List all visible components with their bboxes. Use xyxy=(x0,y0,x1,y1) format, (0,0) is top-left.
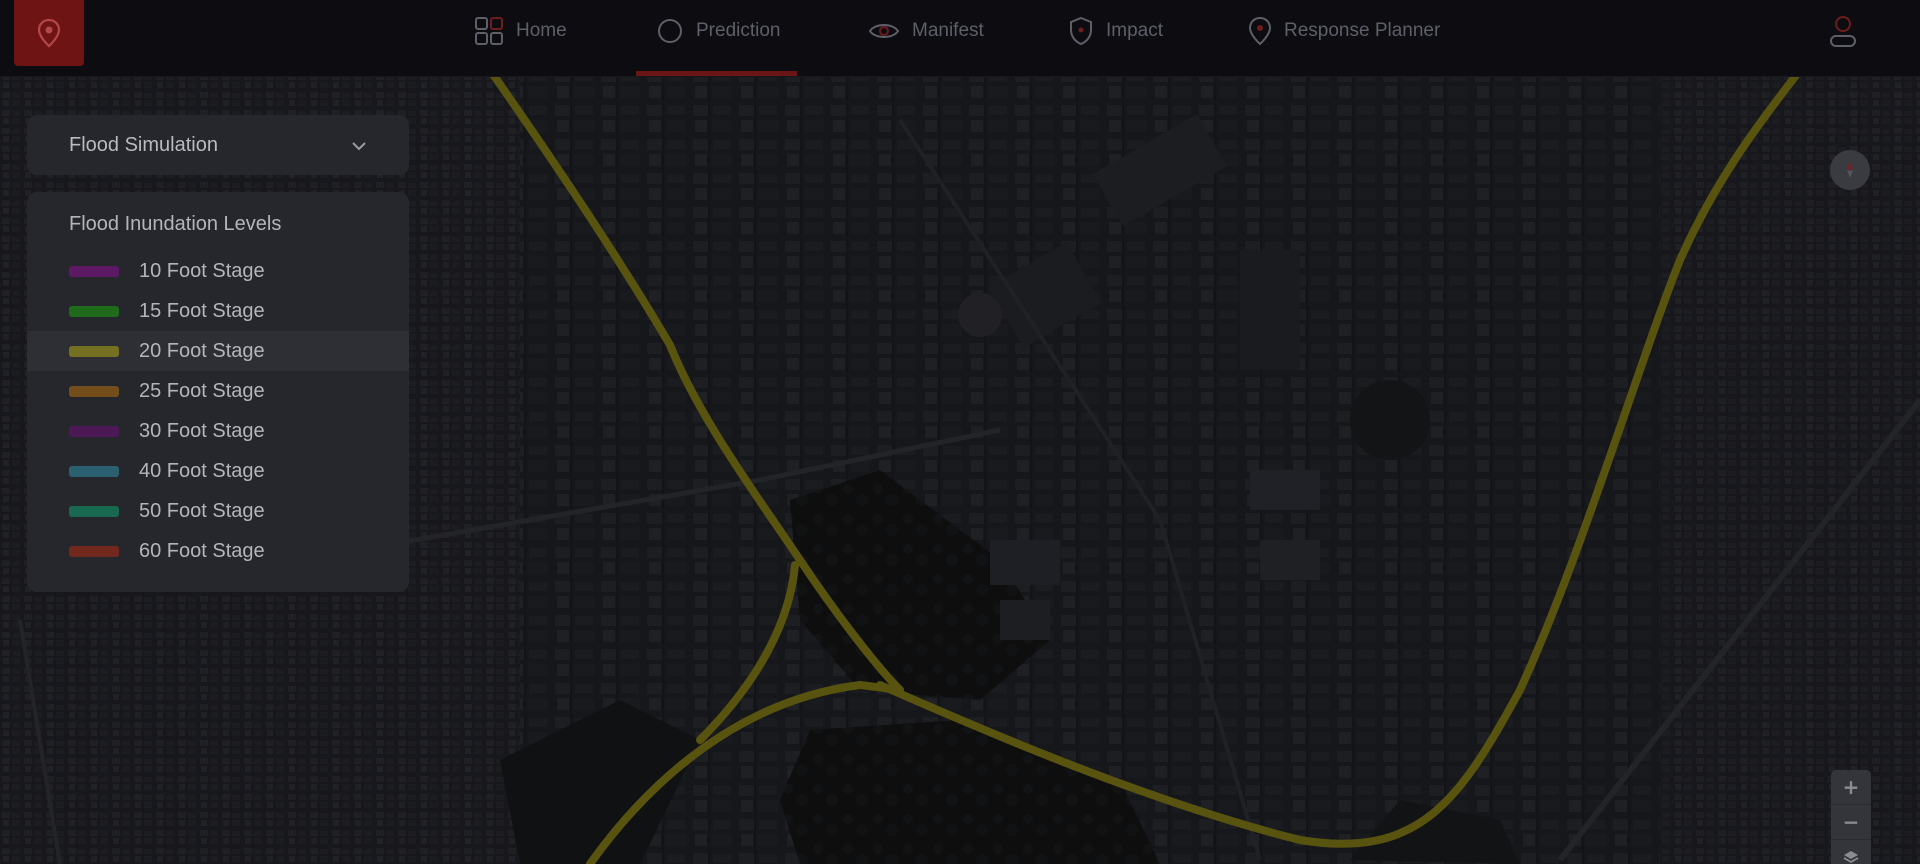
legend-item[interactable]: 20 Foot Stage xyxy=(27,331,409,371)
legend-color-swatch xyxy=(69,345,119,357)
legend-item[interactable]: 50 Foot Stage xyxy=(27,491,409,531)
nav-label-home: Home xyxy=(516,20,567,41)
legend-item[interactable]: 40 Foot Stage xyxy=(27,451,409,491)
nav-label-response-planner: Response Planner xyxy=(1284,20,1441,41)
legend-item[interactable]: 60 Foot Stage xyxy=(27,531,409,571)
map-zoom-controls: + − xyxy=(1831,770,1871,864)
legend-color-swatch xyxy=(69,505,119,517)
user-profile-icon[interactable] xyxy=(1828,14,1858,48)
legend-color-swatch xyxy=(69,465,119,477)
compass-button[interactable] xyxy=(1830,150,1870,190)
legend-color-swatch xyxy=(69,545,119,557)
legend-item-label: 20 Foot Stage xyxy=(139,339,265,362)
legend-item-label: 25 Foot Stage xyxy=(139,379,265,402)
nav-item-prediction[interactable]: Prediction xyxy=(636,0,797,76)
legend-item-label: 15 Foot Stage xyxy=(139,299,265,322)
legend-item-label: 40 Foot Stage xyxy=(139,459,265,482)
layers-button[interactable] xyxy=(1831,840,1871,864)
nav-label-prediction: Prediction xyxy=(696,20,781,41)
legend-title: Flood Inundation Levels xyxy=(69,213,282,235)
legend-item-label: 50 Foot Stage xyxy=(139,499,265,522)
grid-icon xyxy=(474,16,504,46)
flood-prediction-app: Home Prediction Manifest Impact Response… xyxy=(0,0,1920,864)
legend-items: 10 Foot Stage 15 Foot Stage 20 Foot Stage 2… xyxy=(27,251,409,571)
simulation-type-dropdown[interactable]: Flood Simulation xyxy=(27,115,409,175)
nav-item-manifest[interactable]: Manifest xyxy=(868,0,984,62)
map-pin-icon xyxy=(1248,16,1272,46)
nav-label-impact: Impact xyxy=(1106,20,1164,41)
legend-color-swatch xyxy=(69,385,119,397)
compass-icon xyxy=(1847,162,1853,178)
legend-item[interactable]: 15 Foot Stage xyxy=(27,291,409,331)
legend-item-label: 30 Foot Stage xyxy=(139,419,265,442)
legend-item[interactable]: 30 Foot Stage xyxy=(27,411,409,451)
legend-item-label: 10 Foot Stage xyxy=(139,259,265,282)
legend-item-label: 60 Foot Stage xyxy=(139,539,265,562)
legend-color-swatch xyxy=(69,425,119,437)
nav-item-response-planner[interactable]: Response Planner xyxy=(1248,0,1440,62)
legend-item[interactable]: 10 Foot Stage xyxy=(27,251,409,291)
circle-icon xyxy=(656,17,684,45)
layers-icon xyxy=(1843,851,1859,864)
legend-color-swatch xyxy=(69,265,119,277)
legend-color-swatch xyxy=(69,305,119,317)
zoom-out-button[interactable]: − xyxy=(1831,805,1871,840)
chevron-down-icon xyxy=(351,134,367,157)
nav-label-manifest: Manifest xyxy=(912,20,984,41)
legend-item[interactable]: 25 Foot Stage xyxy=(27,371,409,411)
top-navigation-bar: Home Prediction Manifest Impact Response… xyxy=(0,0,1920,77)
simulation-type-value: Flood Simulation xyxy=(69,133,218,156)
nav-item-home[interactable]: Home xyxy=(474,0,567,62)
flood-inundation-legend: Flood Inundation Levels 10 Foot Stage 15 … xyxy=(27,192,409,592)
active-tab-indicator xyxy=(636,71,797,76)
zoom-in-button[interactable]: + xyxy=(1831,770,1871,805)
nav-item-impact[interactable]: Impact xyxy=(1068,0,1163,62)
shield-icon xyxy=(1068,16,1094,46)
eye-icon xyxy=(868,19,900,43)
main-navigation: Home Prediction Manifest Impact Response… xyxy=(0,0,1920,76)
